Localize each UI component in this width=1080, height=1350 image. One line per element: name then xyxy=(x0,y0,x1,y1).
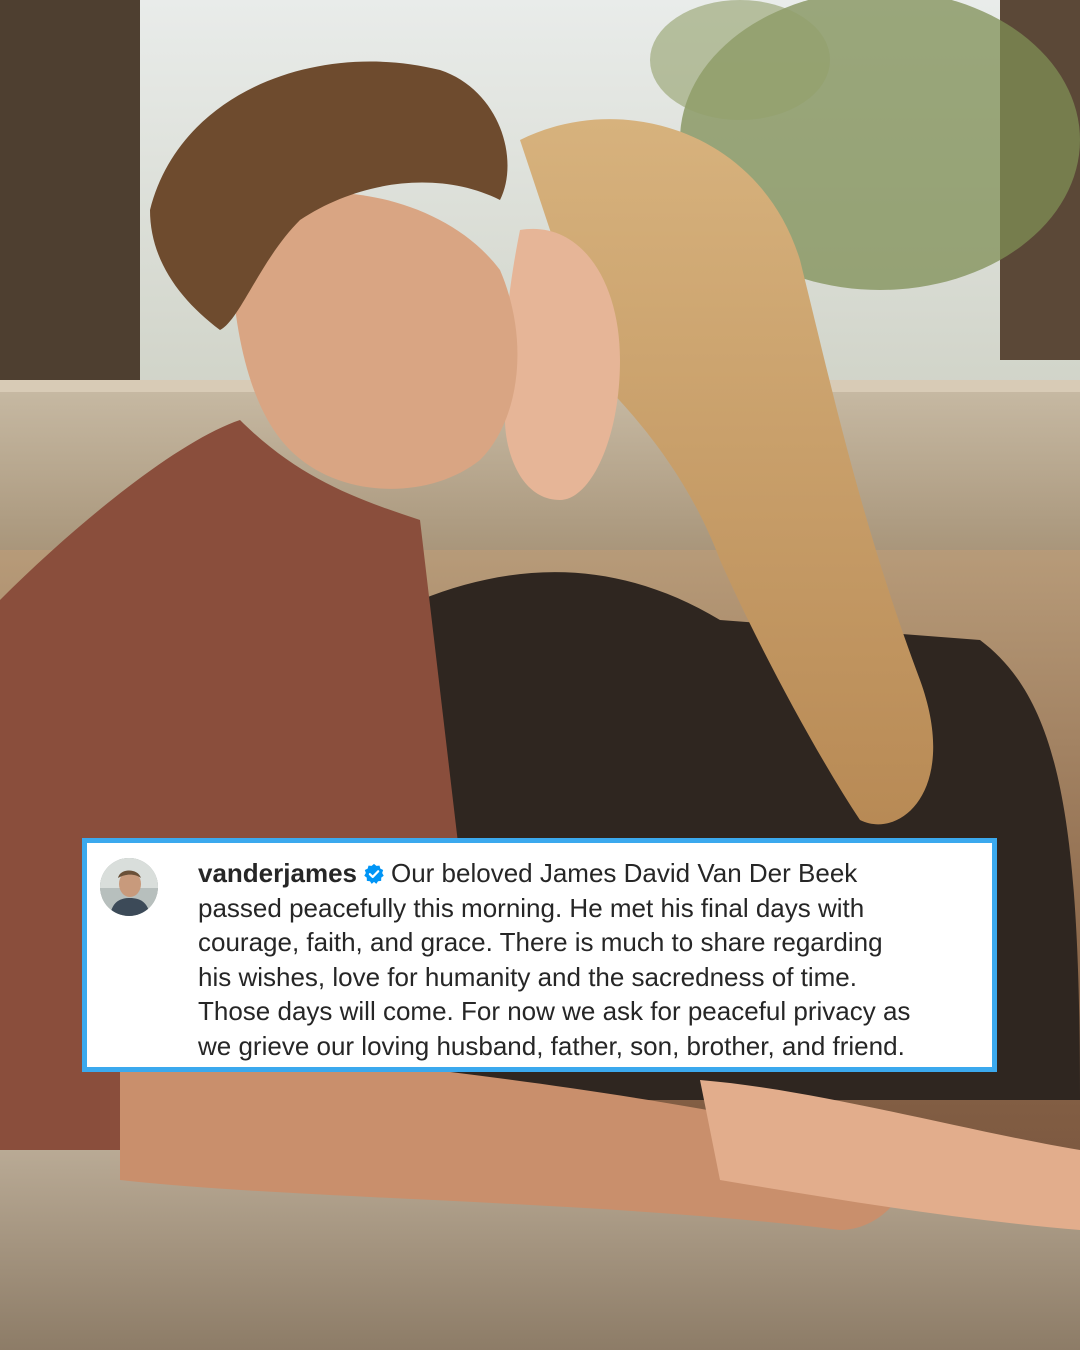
caption-line: his wishes, love for humanity and the sa… xyxy=(198,961,857,992)
caption-line: passed peacefully this morning. He met h… xyxy=(198,892,865,923)
couple-photo xyxy=(0,0,1080,1350)
photo-illustration xyxy=(0,0,1080,1350)
caption-first-line: vanderjames Our beloved James David Van D… xyxy=(198,856,978,891)
username-link[interactable]: vanderjames xyxy=(198,858,357,888)
caption-text: vanderjames Our beloved James David Van D… xyxy=(198,856,978,1064)
profile-avatar-icon[interactable] xyxy=(100,858,158,916)
caption-line: we grieve our loving husband, father, so… xyxy=(198,1030,905,1061)
caption-line: Those days will come. For now we ask for… xyxy=(198,996,911,1027)
caption-line-1-text: Our beloved James David Van Der Beek xyxy=(390,858,858,888)
avatar-image xyxy=(100,858,158,916)
verified-badge-icon xyxy=(364,863,384,884)
caption-line: courage, faith, and grace. There is much… xyxy=(198,927,883,958)
